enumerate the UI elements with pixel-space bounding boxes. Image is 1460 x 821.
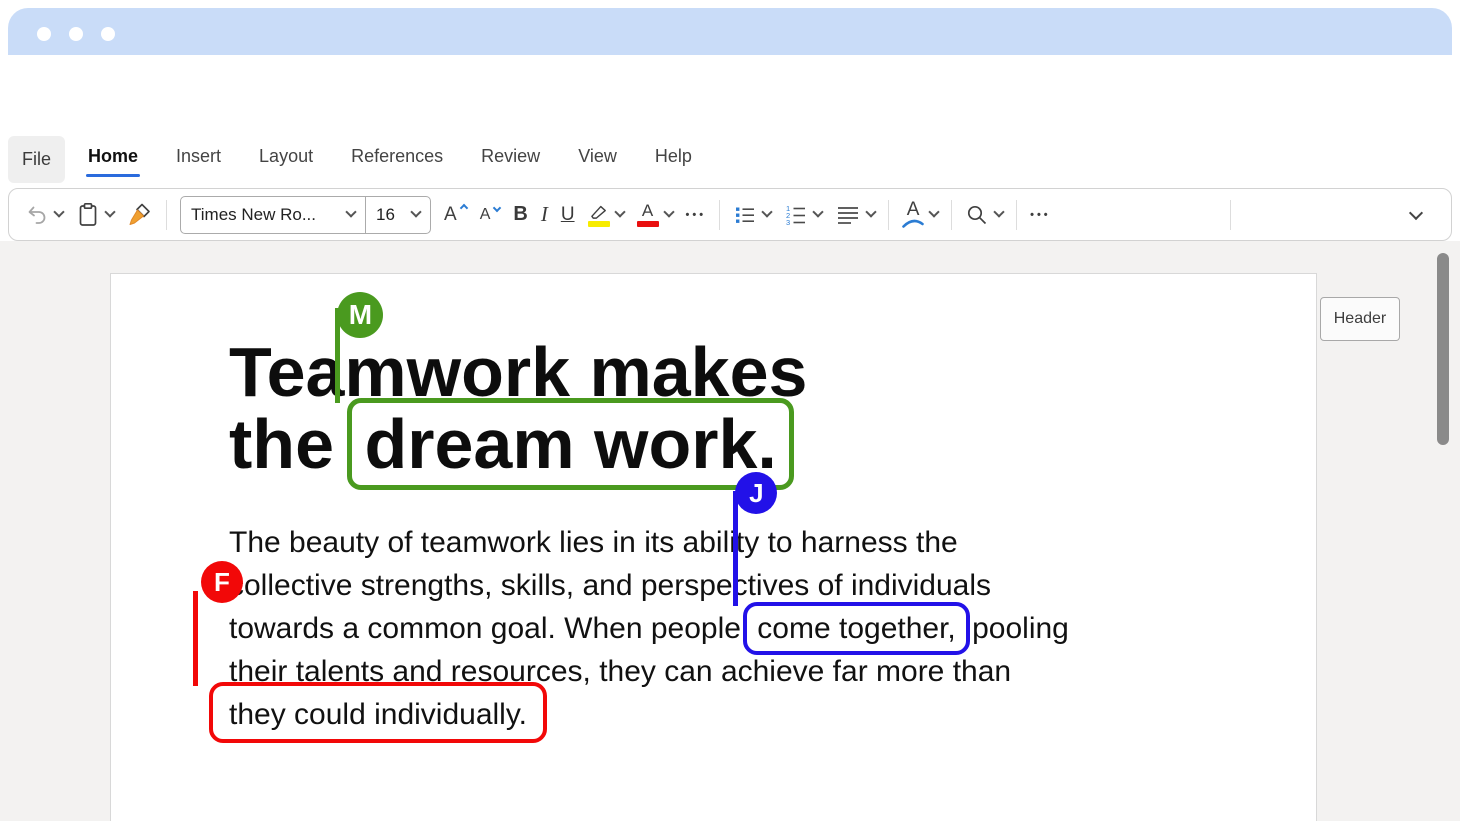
caret-down-icon [493, 203, 501, 211]
tab-view[interactable]: View [576, 142, 619, 177]
caret-up-icon [459, 203, 467, 211]
paragraph-text: towards a common goal. When people [229, 612, 749, 645]
document-canvas: Teamwork makes the dream work. The beaut… [0, 241, 1460, 821]
paste-button[interactable] [76, 202, 114, 228]
heading-text: the [229, 405, 353, 483]
paragraph-line-3: towards a common goal. When people come … [229, 607, 1069, 650]
font-size-select[interactable]: 16 [366, 197, 430, 233]
bullet-list-icon [733, 203, 757, 227]
chevron-down-icon [812, 206, 823, 217]
header-button[interactable]: Header [1320, 297, 1400, 341]
font-color-button[interactable]: A [637, 202, 673, 227]
chevron-down-icon [614, 206, 625, 217]
collapse-ribbon-chevron-icon[interactable] [1409, 205, 1423, 219]
window-titlebar [8, 8, 1452, 55]
align-button[interactable] [835, 203, 875, 227]
font-controls: Times New Ro... 16 [180, 196, 431, 234]
format-painter-button[interactable] [127, 202, 153, 228]
tab-home[interactable]: Home [86, 142, 140, 177]
font-color-swatch [637, 221, 659, 227]
highlight-color-swatch [588, 221, 610, 227]
shrink-font-button[interactable]: A [480, 206, 501, 224]
bold-button[interactable]: B [513, 203, 527, 226]
paragraph-line-1: The beauty of teamwork lies in its abili… [229, 521, 958, 564]
underline-button[interactable]: U [561, 204, 575, 226]
grow-font-button[interactable]: A [444, 204, 467, 226]
chevron-down-icon [928, 206, 939, 217]
align-icon [835, 203, 861, 227]
toolbar-divider [888, 200, 889, 230]
undo-button[interactable] [25, 203, 63, 227]
tab-file[interactable]: File [8, 136, 65, 183]
numbered-list-icon: 1 2 3 [784, 203, 808, 227]
chevron-down-icon [410, 206, 421, 217]
document-page[interactable]: Teamwork makes the dream work. The beaut… [110, 273, 1317, 821]
toolbar-divider [1016, 200, 1017, 230]
italic-button[interactable]: I [541, 202, 548, 227]
undo-icon [25, 203, 49, 227]
brush-swoosh-icon [902, 219, 924, 228]
word-window: W MyDocument - Saved to Sync.com ⚙ Jason… [0, 0, 1460, 821]
selection-f-they-could-individually: they could individually. [209, 682, 547, 743]
font-size-value: 16 [376, 205, 395, 225]
tab-insert[interactable]: Insert [174, 142, 223, 177]
chevron-down-icon [865, 206, 876, 217]
more-font-options-button[interactable]: ••• [686, 209, 707, 221]
paragraph-line-2: collective strengths, skills, and perspe… [229, 564, 991, 607]
svg-text:3: 3 [786, 218, 790, 227]
paragraph-text: pooling [964, 612, 1069, 645]
chevron-down-icon [993, 206, 1004, 217]
tab-references[interactable]: References [349, 142, 445, 177]
chevron-down-icon [761, 206, 772, 217]
tab-review[interactable]: Review [479, 142, 542, 177]
paragraph-line-5: they could individually. [209, 693, 547, 736]
magnifier-icon [965, 203, 989, 227]
tab-help[interactable]: Help [653, 142, 694, 177]
text-effects-button[interactable]: A [902, 201, 938, 228]
tab-layout[interactable]: Layout [257, 142, 315, 177]
selection-j-come-together: come together, [743, 602, 969, 655]
chevron-down-icon [53, 206, 64, 217]
chevron-down-icon [345, 206, 356, 217]
more-commands-button[interactable]: ••• [1030, 209, 1051, 221]
selection-m-dream-work: dream work. [347, 398, 793, 490]
toolbar-divider [166, 200, 167, 230]
heading-line-2: the dream work. [229, 408, 788, 480]
chevron-down-icon [663, 206, 674, 217]
chevron-down-icon [104, 206, 115, 217]
highlighter-icon [588, 203, 610, 219]
font-name-value: Times New Ro... [191, 205, 316, 225]
vertical-scrollbar[interactable] [1437, 253, 1449, 445]
format-painter-icon [127, 202, 153, 228]
find-button[interactable] [965, 203, 1003, 227]
app-title-row: W MyDocument - Saved to Sync.com ⚙ Jason [0, 55, 1460, 130]
clipboard-icon [76, 202, 100, 228]
numbered-list-button[interactable]: 1 2 3 [784, 203, 822, 227]
window-minimize-button[interactable] [69, 27, 83, 41]
toolbar-divider [719, 200, 720, 230]
formatting-toolbar: Times New Ro... 16 A A B I U [8, 188, 1452, 241]
window-zoom-button[interactable] [101, 27, 115, 41]
toolbar-divider [951, 200, 952, 230]
bullet-list-button[interactable] [733, 203, 771, 227]
toolbar-divider [1230, 200, 1231, 230]
ribbon-tab-row: File Home Insert Layout References Revie… [0, 130, 1460, 188]
font-name-select[interactable]: Times New Ro... [181, 197, 365, 233]
highlight-color-button[interactable] [588, 203, 624, 227]
window-close-button[interactable] [37, 27, 51, 41]
